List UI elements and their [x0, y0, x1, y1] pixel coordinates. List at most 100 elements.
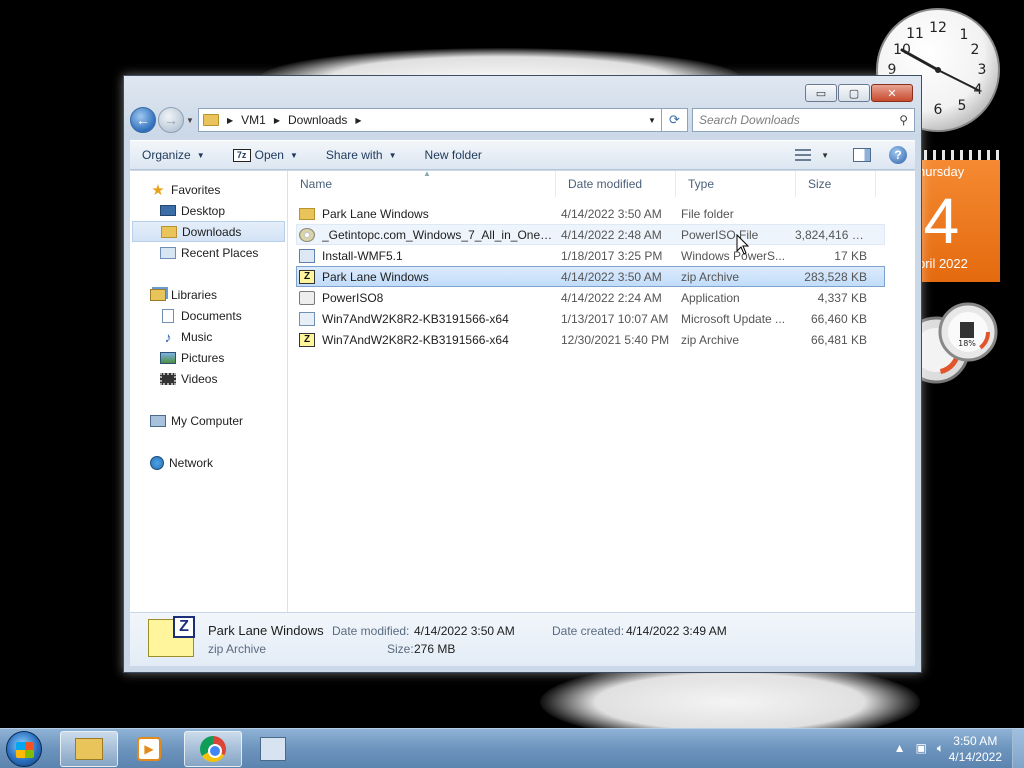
calendar-gadget[interactable]: hursday 14 pril 2022 [918, 150, 1000, 282]
column-header-type[interactable]: Type [676, 171, 796, 197]
new-folder-button[interactable]: New folder [425, 148, 482, 162]
start-button[interactable] [6, 731, 42, 767]
refresh-button[interactable]: ⟳ [662, 108, 688, 132]
column-header-size[interactable]: Size [796, 171, 876, 197]
chevron-down-icon: ▼ [388, 150, 397, 160]
file-name: Win7AndW2K8R2-KB3191566-x64 [322, 311, 509, 326]
file-row[interactable]: Z Win7AndW2K8R2-KB3191566-x64 12/30/2021 5… [296, 329, 885, 350]
breadcrumb-vm1[interactable]: VM1 [241, 113, 266, 127]
file-type: Windows PowerS... [681, 248, 786, 263]
chevron-down-icon: ▼ [196, 150, 205, 160]
nav-item-music[interactable]: ♪ Music [130, 326, 287, 347]
change-view-icon[interactable] [795, 149, 812, 161]
details-pane: Z Park Lane Windows zip Archive Date mod… [130, 612, 915, 666]
forward-button[interactable]: → [158, 107, 184, 133]
search-input[interactable] [699, 113, 900, 127]
taskbar-search-app-button[interactable] [244, 731, 302, 767]
file-row[interactable]: Win7AndW2K8R2-KB3191566-x64 1/13/2017 10:… [296, 308, 885, 329]
share-with-label: Share with [325, 148, 383, 162]
cpu-meter-gadget[interactable]: 18% [918, 300, 998, 390]
column-header-date[interactable]: Date modified [556, 171, 676, 197]
network-icon [150, 455, 164, 470]
file-size: 3,824,416 KB [795, 227, 867, 242]
nav-item-downloads[interactable]: Downloads [132, 221, 285, 242]
breadcrumb-separator-icon[interactable]: ▶ [227, 116, 233, 125]
file-row[interactable]: _Getintopc.com_Windows_7_All_in_One_... 4… [296, 224, 885, 245]
zip-file-large-icon: Z [148, 616, 195, 657]
taskbar-media-player-button[interactable]: ▶ [120, 731, 178, 767]
details-size-label: Size: [387, 642, 414, 656]
back-arrow-icon: ← [136, 112, 150, 128]
address-dropdown-icon[interactable]: ▼ [643, 116, 661, 125]
nav-item-videos[interactable]: Videos [130, 368, 287, 389]
taskbar-chrome-button[interactable] [184, 731, 242, 767]
search-box[interactable]: ⚲ [692, 108, 915, 132]
file-type: PowerISO File [681, 227, 759, 242]
file-row[interactable]: Z Park Lane Windows 4/14/2022 3:50 AM zip A… [296, 266, 885, 287]
taskbar-date: 4/14/2022 [948, 750, 1002, 764]
nav-item-label: Downloads [182, 224, 242, 239]
minimize-button[interactable]: ▭ [805, 84, 837, 102]
volume-icon[interactable]: 🔈︎ [937, 741, 944, 756]
recent-pages-dropdown[interactable]: ▼ [184, 116, 196, 125]
nav-item-pictures[interactable]: Pictures [130, 347, 287, 368]
network-tray-icon[interactable]: ▣ [915, 741, 926, 756]
breadcrumb-downloads[interactable]: Downloads [288, 113, 347, 127]
taskbar-explorer-button[interactable] [60, 731, 118, 767]
taskbar-clock[interactable]: 3:50 AM 4/14/2022 [949, 733, 1002, 765]
nav-item-favorites[interactable]: ★ Favorites [130, 179, 287, 200]
close-button[interactable]: ✕ [871, 84, 913, 102]
refresh-icon: ⟳ [669, 112, 680, 127]
taskbar: ▶ ▲ ▣ 🔈︎ 3:50 AM 4/14/2022 [0, 728, 1024, 768]
nav-item-documents[interactable]: Documents [130, 305, 287, 326]
column-header-name[interactable]: Name [288, 171, 556, 197]
powershell-script-icon [299, 248, 315, 263]
file-date-modified: 4/14/2022 2:24 AM [561, 290, 662, 305]
show-hidden-icons-icon[interactable]: ▲ [894, 741, 906, 756]
file-name: _Getintopc.com_Windows_7_All_in_One_... [322, 227, 555, 242]
calendar-rings [918, 150, 1000, 160]
calendar-month: pril 2022 [918, 256, 968, 271]
chrome-icon [200, 736, 226, 762]
maximize-button[interactable]: ▢ [838, 84, 870, 102]
nav-item-label: Desktop [181, 203, 226, 218]
help-icon[interactable]: ? [889, 146, 907, 164]
meter-label: 18% [958, 339, 976, 348]
forward-arrow-icon: → [164, 112, 178, 128]
file-date-modified: 4/14/2022 3:50 AM [561, 269, 662, 284]
media-player-icon: ▶ [137, 737, 161, 761]
organize-button[interactable]: Organize ▼ [142, 148, 205, 162]
breadcrumb-separator-icon[interactable]: ▶ [355, 116, 361, 125]
nav-item-libraries[interactable]: Libraries [130, 284, 287, 305]
close-icon: ✕ [887, 86, 897, 100]
breadcrumb-separator-icon[interactable]: ▶ [274, 116, 280, 125]
address-bar[interactable]: ▶ VM1 ▶ Downloads ▶ ▼ [198, 108, 662, 132]
iso-icon [299, 227, 315, 242]
nav-item-recent-places[interactable]: Recent Places [130, 242, 287, 263]
zip-icon: Z [299, 269, 315, 284]
file-row[interactable]: Install-WMF5.1 1/18/2017 3:25 PM Windows P… [296, 245, 885, 266]
search-app-icon [260, 737, 286, 761]
nav-item-network[interactable]: Network [130, 452, 287, 473]
file-row[interactable]: Park Lane Windows 4/14/2022 3:50 AM File f… [296, 203, 885, 224]
explorer-window: ▭ ▢ ✕ ← → ▼ ▶ VM1 ▶ Downloads ▶ ▼ ⟳ ⚲ Or… [123, 75, 922, 673]
nav-item-desktop[interactable]: Desktop [130, 200, 287, 221]
show-desktop-button[interactable] [1012, 729, 1024, 768]
file-name-cell: PowerISO8 [297, 290, 555, 305]
file-row[interactable]: PowerISO8 4/14/2022 2:24 AM Application 4,3… [296, 287, 885, 308]
open-button[interactable]: 7z Open ▼ [232, 148, 298, 162]
back-button[interactable]: ← [130, 107, 156, 133]
file-name-cell: Install-WMF5.1 [297, 248, 555, 263]
preview-pane-icon[interactable] [853, 148, 871, 162]
libraries-icon [150, 288, 166, 301]
view-dropdown-icon[interactable]: ▼ [821, 151, 829, 160]
file-name: Park Lane Windows [322, 269, 429, 284]
command-bar: Organize ▼ 7z Open ▼ Share with ▼ New folder… [130, 140, 915, 170]
update-package-icon [299, 311, 315, 326]
nav-item-my-computer[interactable]: My Computer [130, 410, 287, 431]
search-icon[interactable]: ⚲ [899, 113, 908, 127]
share-with-button[interactable]: Share with ▼ [326, 148, 397, 162]
file-type: Application [681, 290, 740, 305]
